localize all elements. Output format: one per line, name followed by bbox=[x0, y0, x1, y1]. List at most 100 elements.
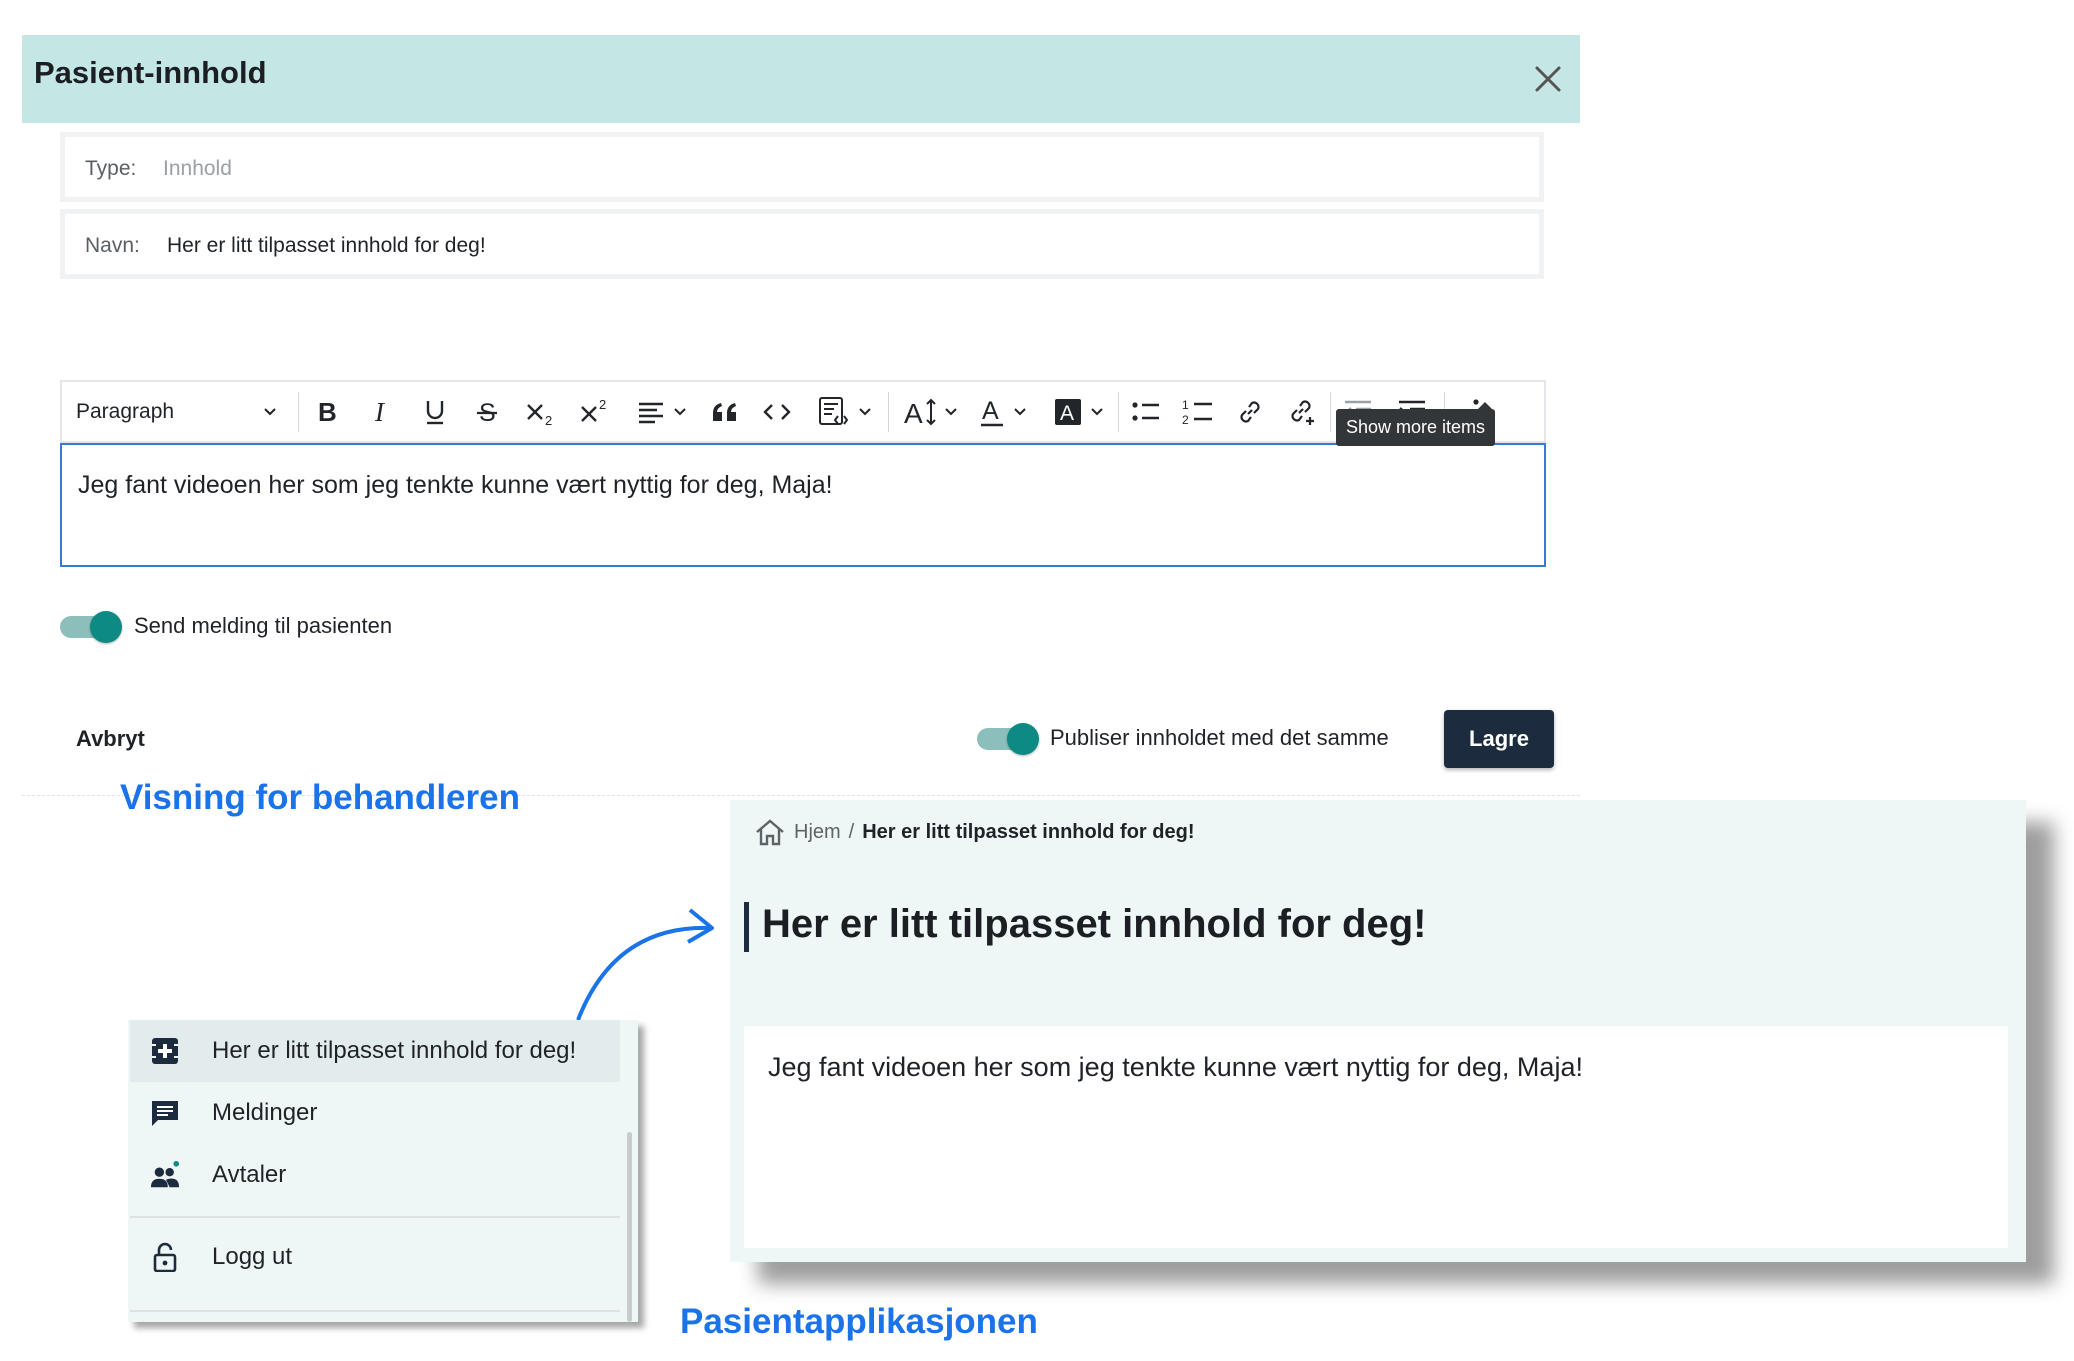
font-color-icon: A bbox=[981, 397, 1003, 427]
svg-text:A: A bbox=[904, 398, 923, 427]
superscript-icon: 2 bbox=[581, 398, 606, 422]
menu-item-appointments[interactable]: Avtaler bbox=[130, 1144, 620, 1206]
link-add-button[interactable] bbox=[1284, 394, 1320, 430]
arrow-icon bbox=[576, 908, 714, 1021]
breadcrumb: Hjem / Her er litt tilpasset innhold for… bbox=[754, 818, 1194, 846]
patient-app-caption: Pasientapplikasjonen bbox=[680, 1302, 1038, 1341]
underline-button[interactable] bbox=[418, 394, 452, 430]
insert-template-dropdown[interactable] bbox=[812, 394, 878, 430]
subscript-button[interactable]: 2 bbox=[524, 394, 560, 430]
name-label: Navn: bbox=[85, 234, 140, 257]
italic-button[interactable]: I bbox=[364, 394, 398, 430]
content-text: Jeg fant videoen her som jeg tenkte kunn… bbox=[768, 1052, 1583, 1082]
link-icon bbox=[1240, 401, 1260, 423]
send-message-label: Send melding til pasienten bbox=[134, 613, 393, 638]
content-card: Jeg fant videoen her som jeg tenkte kunn… bbox=[744, 1026, 2008, 1248]
message-icon bbox=[152, 1101, 178, 1126]
superscript-button[interactable]: 2 bbox=[578, 394, 614, 430]
editor-toolbar: Paragraph B I S 2 2 bbox=[60, 380, 1546, 443]
align-dropdown[interactable] bbox=[632, 394, 692, 430]
lock-icon bbox=[153, 1242, 177, 1272]
bulleted-list-icon bbox=[1132, 402, 1159, 421]
svg-text:2: 2 bbox=[545, 413, 552, 426]
publish-label: Publiser innholdet med det samme bbox=[1050, 725, 1389, 750]
chevron-down-icon bbox=[945, 408, 957, 416]
menu-label: Avtaler bbox=[212, 1161, 287, 1188]
svg-text:A: A bbox=[982, 397, 999, 425]
chevron-down-icon bbox=[859, 408, 871, 416]
strikethrough-button[interactable]: S bbox=[470, 394, 504, 430]
menu-scrollbar[interactable] bbox=[627, 1132, 632, 1322]
type-input[interactable]: Innhold bbox=[163, 157, 232, 181]
bold-icon: B bbox=[318, 399, 337, 425]
menu-divider bbox=[130, 1216, 620, 1218]
title-accent-bar bbox=[744, 902, 749, 952]
insert-template-icon bbox=[819, 397, 849, 425]
svg-text:2: 2 bbox=[1182, 413, 1189, 426]
menu-label: Logg ut bbox=[212, 1243, 293, 1270]
rich-text-editor: Paragraph B I S 2 2 bbox=[60, 380, 1546, 567]
save-button[interactable]: Lagre bbox=[1444, 710, 1554, 768]
show-more-tooltip: Show more items bbox=[1336, 402, 1496, 446]
code-icon bbox=[763, 404, 791, 420]
toolbar-divider bbox=[1118, 392, 1119, 432]
page-title: Her er litt tilpasset innhold for deg! bbox=[762, 902, 1427, 946]
publish-toggle[interactable] bbox=[977, 723, 1039, 755]
svg-text:2: 2 bbox=[599, 398, 606, 412]
modal-title: Pasient-innhold bbox=[34, 55, 267, 90]
toolbar-divider bbox=[298, 392, 299, 432]
paragraph-style-label: Paragraph bbox=[76, 400, 175, 423]
bulleted-list-button[interactable] bbox=[1128, 394, 1164, 430]
editor-text[interactable]: Jeg fant videoen her som jeg tenkte kunn… bbox=[78, 471, 833, 500]
chevron-down-icon bbox=[674, 408, 686, 416]
patient-menu: Her er litt tilpasset innhold for deg! M… bbox=[128, 1020, 638, 1322]
name-field[interactable]: Navn: Her er litt tilpasset innhold for … bbox=[60, 209, 1544, 279]
breadcrumb-current: Her er litt tilpasset innhold for deg! bbox=[862, 820, 1195, 843]
svg-text:I: I bbox=[374, 399, 386, 425]
align-icon bbox=[639, 402, 663, 424]
paragraph-style-select[interactable]: Paragraph bbox=[76, 394, 286, 430]
chevron-down-icon bbox=[1014, 408, 1026, 416]
patient-app-preview: Hjem / Her er litt tilpasset innhold for… bbox=[730, 800, 2026, 1262]
svg-text:A: A bbox=[1060, 402, 1074, 425]
blockquote-icon bbox=[713, 403, 736, 421]
link-add-icon bbox=[1291, 400, 1314, 425]
numbered-list-button[interactable]: 12 bbox=[1180, 394, 1216, 430]
menu-label: Her er litt tilpasset innhold for deg! bbox=[212, 1037, 577, 1064]
svg-text:B: B bbox=[318, 399, 337, 425]
editor-content-area[interactable]: Jeg fant videoen her som jeg tenkte kunn… bbox=[60, 443, 1546, 567]
strikethrough-icon: S bbox=[477, 399, 497, 425]
breadcrumb-separator: / bbox=[848, 820, 855, 843]
menu-item-content[interactable]: Her er litt tilpasset innhold for deg! bbox=[130, 1020, 620, 1082]
toggle-knob bbox=[1007, 723, 1039, 755]
close-icon[interactable] bbox=[1526, 57, 1570, 101]
svg-text:1: 1 bbox=[1182, 398, 1189, 412]
medical-content-icon bbox=[152, 1038, 178, 1064]
chevron-down-icon bbox=[264, 408, 276, 416]
menu-label: Meldinger bbox=[212, 1099, 318, 1126]
bold-button[interactable]: B bbox=[310, 394, 344, 430]
blockquote-button[interactable] bbox=[708, 394, 742, 430]
font-size-dropdown[interactable]: A bbox=[898, 394, 964, 430]
type-field[interactable]: Type: Innhold bbox=[60, 132, 1544, 202]
toolbar-divider bbox=[1330, 392, 1331, 432]
cancel-button[interactable]: Avbryt bbox=[76, 726, 145, 752]
code-button[interactable] bbox=[760, 394, 794, 430]
italic-icon: I bbox=[374, 399, 386, 425]
font-color-dropdown[interactable]: A bbox=[974, 394, 1032, 430]
breadcrumb-home[interactable]: Hjem bbox=[794, 821, 841, 844]
link-button[interactable] bbox=[1232, 394, 1268, 430]
type-label: Type: bbox=[85, 157, 137, 180]
highlight-dropdown[interactable]: A bbox=[1050, 394, 1108, 430]
home-icon[interactable] bbox=[754, 818, 786, 846]
subscript-icon: 2 bbox=[527, 404, 552, 426]
name-input[interactable]: Her er litt tilpasset innhold for deg! bbox=[167, 234, 486, 258]
menu-item-messages[interactable]: Meldinger bbox=[130, 1082, 620, 1144]
chevron-down-icon bbox=[1091, 408, 1103, 416]
send-message-toggle[interactable] bbox=[60, 611, 122, 643]
highlight-icon: A bbox=[1055, 399, 1081, 425]
menu-item-logout[interactable]: Logg ut bbox=[130, 1226, 620, 1288]
underline-icon bbox=[426, 401, 444, 425]
menu-divider bbox=[130, 1310, 620, 1312]
toolbar-divider bbox=[888, 392, 889, 432]
